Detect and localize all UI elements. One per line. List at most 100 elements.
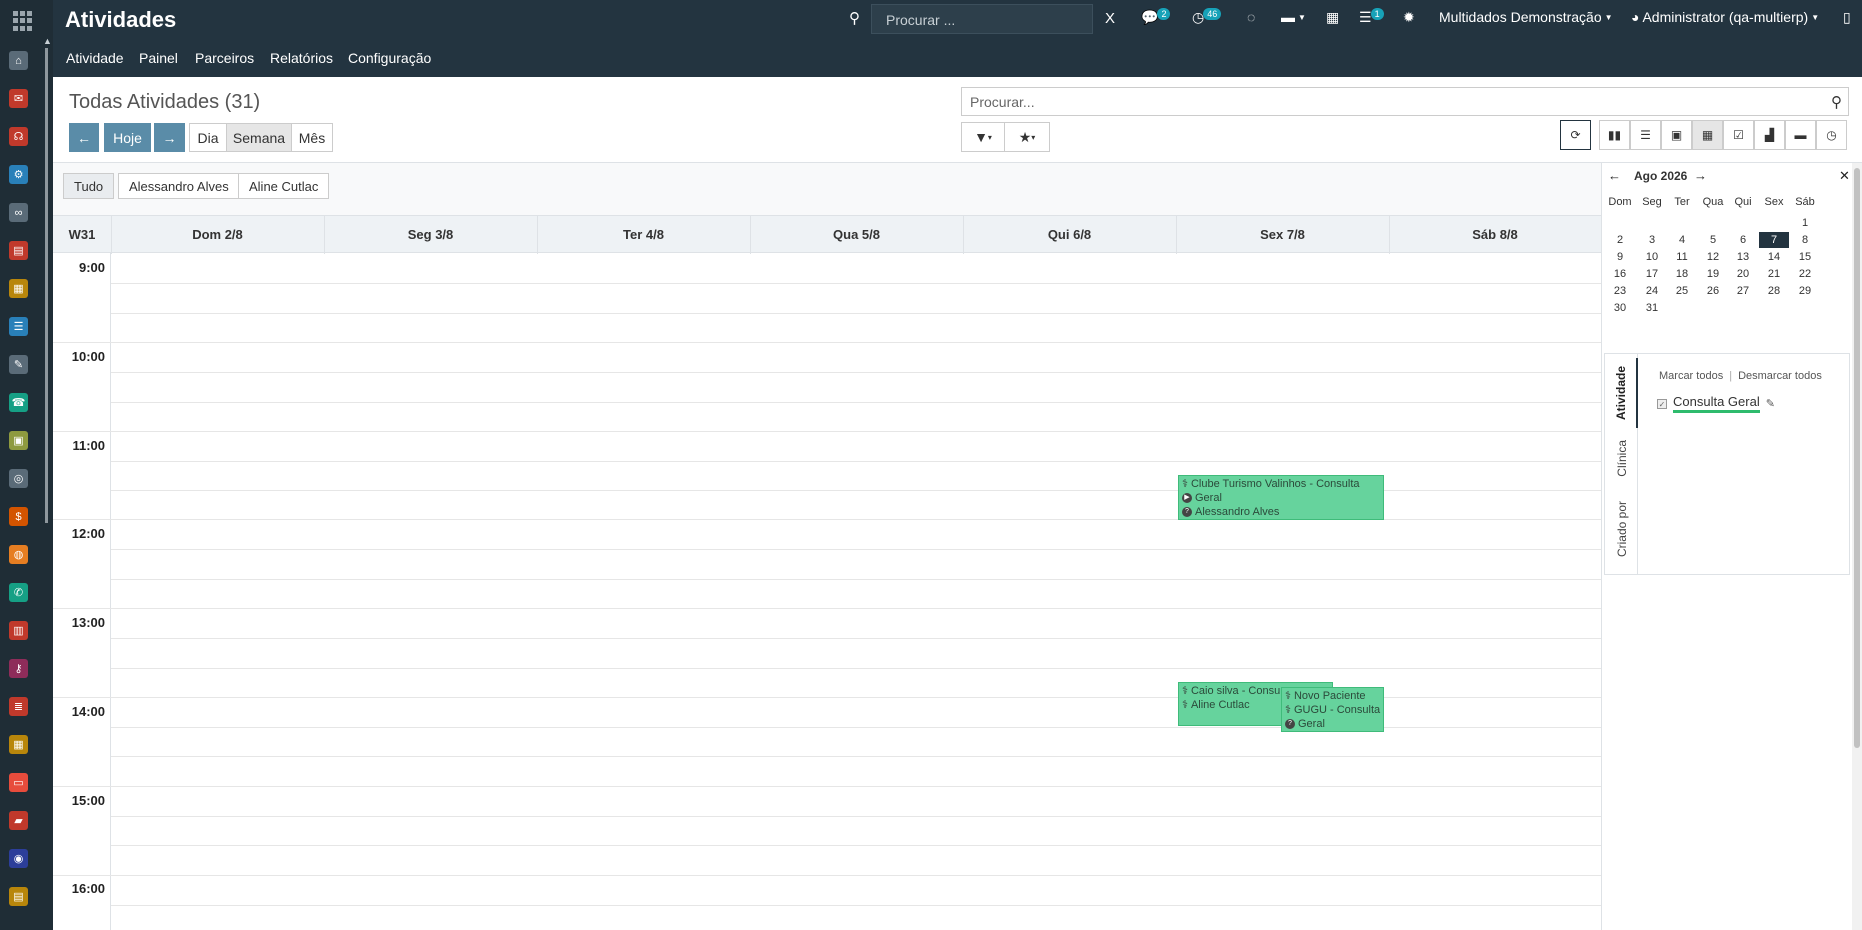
calendar-event[interactable]: ⚕ Novo Paciente ⚕ GUGU - Consulta ? Geral — [1281, 687, 1384, 732]
activities-menu[interactable]: ◷ 46 — [1192, 7, 1222, 26]
mini-calendar-day[interactable]: 23 — [1605, 283, 1635, 299]
messages-menu[interactable]: 💬 2 — [1141, 7, 1171, 26]
search-icon[interactable]: ⚲ — [1831, 93, 1842, 111]
tasks-menu[interactable]: ☰ 1 — [1359, 7, 1384, 26]
day-header[interactable]: Sex 7/8 — [1176, 227, 1389, 242]
mini-calendar-day[interactable]: 21 — [1759, 266, 1789, 282]
filter-checkbox[interactable]: ✓ — [1657, 398, 1667, 409]
helpdesk-app-icon[interactable]: ☊ — [9, 127, 28, 146]
next-month-button[interactable]: → — [1694, 168, 1707, 183]
mini-calendar-day[interactable]: 27 — [1728, 283, 1758, 299]
mini-calendar-day[interactable]: 7 — [1759, 232, 1789, 248]
day-header[interactable]: Seg 3/8 — [324, 227, 537, 242]
unmark-all-link[interactable]: Desmarcar todos — [1738, 370, 1822, 382]
mini-calendar-day[interactable]: 19 — [1698, 266, 1728, 282]
document-app-icon[interactable]: ▤ — [9, 241, 28, 260]
image-app-icon[interactable]: ▣ — [9, 431, 28, 450]
folder-app-icon[interactable]: ▰ — [9, 811, 28, 830]
search-input[interactable]: Procurar... ⚲ — [961, 87, 1849, 116]
close-sidebar-icon[interactable]: ✕ — [1839, 168, 1850, 184]
attendee-all-pill[interactable]: Tudo — [63, 173, 115, 199]
mini-calendar-day[interactable]: 22 — [1790, 266, 1820, 282]
whatsapp-app-icon[interactable]: ✆ — [9, 583, 28, 602]
day-header[interactable]: Qui 6/8 — [963, 227, 1176, 242]
mini-calendar-day[interactable]: 13 — [1728, 249, 1758, 265]
kanban-view-icon[interactable]: ▮▮ — [1599, 120, 1630, 150]
today-button[interactable]: Hoje — [104, 123, 151, 152]
app-bar-scrollbar[interactable] — [45, 48, 48, 523]
mini-calendar-day[interactable]: 10 — [1637, 249, 1667, 265]
mini-calendar-day[interactable]: 12 — [1698, 249, 1728, 265]
calendar-app-icon[interactable]: ▦ — [9, 279, 28, 298]
calendar-view-icon[interactable]: ▦ — [1692, 120, 1723, 150]
planner-app-icon[interactable]: ▦ — [9, 735, 28, 754]
prev-month-button[interactable]: ← — [1608, 168, 1621, 183]
presentation-app-icon[interactable]: ▭ — [9, 773, 28, 792]
mini-calendar-day[interactable]: 11 — [1667, 249, 1697, 265]
mini-calendar-day[interactable]: 3 — [1637, 232, 1667, 248]
next-period-button[interactable]: → — [154, 123, 185, 152]
mini-calendar-day[interactable]: 25 — [1667, 283, 1697, 299]
report-app-icon[interactable]: ▥ — [9, 621, 28, 640]
discuss-app-icon[interactable]: ✉ — [9, 89, 28, 108]
attendee-aline-pill[interactable]: Aline Cutlac — [238, 173, 330, 199]
mini-calendar-day[interactable]: 31 — [1637, 300, 1667, 316]
calendar-event[interactable]: ⚕ Clube Turismo Valinhos - Consulta ▶ Gera… — [1178, 475, 1384, 520]
activity-view-icon[interactable]: ☑ — [1723, 120, 1754, 150]
layout-menu[interactable]: ▬ ▼ — [1281, 9, 1306, 25]
tab-clinica[interactable]: Clínica — [1605, 428, 1638, 488]
settings-app-icon[interactable]: ⚙ — [9, 165, 28, 184]
menu-atividade[interactable]: Atividade — [66, 50, 124, 66]
list-view-icon[interactable]: ☰ — [1630, 120, 1661, 150]
home-app-icon[interactable]: ⌂ — [9, 51, 28, 70]
contacts-app-icon[interactable]: ☎ — [9, 393, 28, 412]
mini-calendar-day[interactable]: 30 — [1605, 300, 1635, 316]
refresh-icon[interactable]: ⟳ — [1560, 120, 1591, 150]
scroll-up-icon[interactable]: ▲ — [43, 36, 52, 46]
timeline-view-icon[interactable]: ◷ — [1816, 120, 1847, 150]
archive-app-icon[interactable]: ▤ — [9, 887, 28, 906]
mini-calendar-day[interactable]: 24 — [1637, 283, 1667, 299]
filter-item[interactable]: ✓ Consulta Geral ✎ — [1657, 394, 1775, 413]
camera-app-icon[interactable]: ◉ — [9, 849, 28, 868]
mini-calendar-day[interactable]: 2 — [1605, 232, 1635, 248]
graph-view-icon[interactable]: ▟ — [1754, 120, 1785, 150]
company-switcher[interactable]: Multidados Demonstração ▼ — [1439, 9, 1613, 25]
calendar-shortcut-icon[interactable]: ▦ — [1326, 9, 1339, 26]
pivot-view-icon[interactable]: ▬ — [1785, 120, 1816, 150]
scrollbar-thumb[interactable] — [1854, 168, 1860, 748]
prev-period-button[interactable]: ← — [69, 123, 99, 152]
scale-week-button[interactable]: Semana — [226, 123, 292, 152]
list-app-icon[interactable]: ≣ — [9, 697, 28, 716]
filter-button[interactable]: ▼ ▾ — [961, 122, 1005, 152]
mini-calendar-day[interactable]: 5 — [1698, 232, 1728, 248]
mini-calendar-day[interactable]: 18 — [1667, 266, 1697, 282]
deal-app-icon[interactable]: ◎ — [9, 469, 28, 488]
apps-grid-icon[interactable] — [13, 11, 33, 31]
global-search-input[interactable]: Procurar ... — [871, 4, 1093, 34]
mini-calendar-day[interactable]: 20 — [1728, 266, 1758, 282]
invoice-app-icon[interactable]: $ — [9, 507, 28, 526]
mini-calendar-day[interactable]: 4 — [1667, 232, 1697, 248]
website-app-icon[interactable]: ◍ — [9, 545, 28, 564]
mobile-icon[interactable]: ▯ — [1843, 9, 1851, 26]
scale-month-button[interactable]: Mês — [291, 123, 333, 152]
key-app-icon[interactable]: ⚷ — [9, 659, 28, 678]
user-menu[interactable]: ◕ Administrator (qa-multierp) ▼ — [1631, 9, 1819, 25]
page-scrollbar[interactable] — [1852, 163, 1862, 930]
mini-calendar-day[interactable]: 1 — [1790, 215, 1820, 231]
mini-calendar-day[interactable]: 29 — [1790, 283, 1820, 299]
forms-app-icon[interactable]: ☰ — [9, 317, 28, 336]
mini-calendar-day[interactable]: 6 — [1728, 232, 1758, 248]
mini-calendar-day[interactable]: 28 — [1759, 283, 1789, 299]
mini-calendar-day[interactable]: 15 — [1790, 249, 1820, 265]
menu-configuracao[interactable]: Configuração — [348, 50, 431, 66]
mark-all-link[interactable]: Marcar todos — [1659, 370, 1723, 382]
tab-criado-por[interactable]: Criado por — [1605, 488, 1638, 570]
mini-calendar-day[interactable]: 26 — [1698, 283, 1728, 299]
menu-relatorios[interactable]: Relatórios — [270, 50, 333, 66]
mini-calendar-day[interactable]: 17 — [1637, 266, 1667, 282]
mini-calendar-day[interactable]: 16 — [1605, 266, 1635, 282]
link-app-icon[interactable]: ∞ — [9, 203, 28, 222]
menu-painel[interactable]: Painel — [139, 50, 178, 66]
